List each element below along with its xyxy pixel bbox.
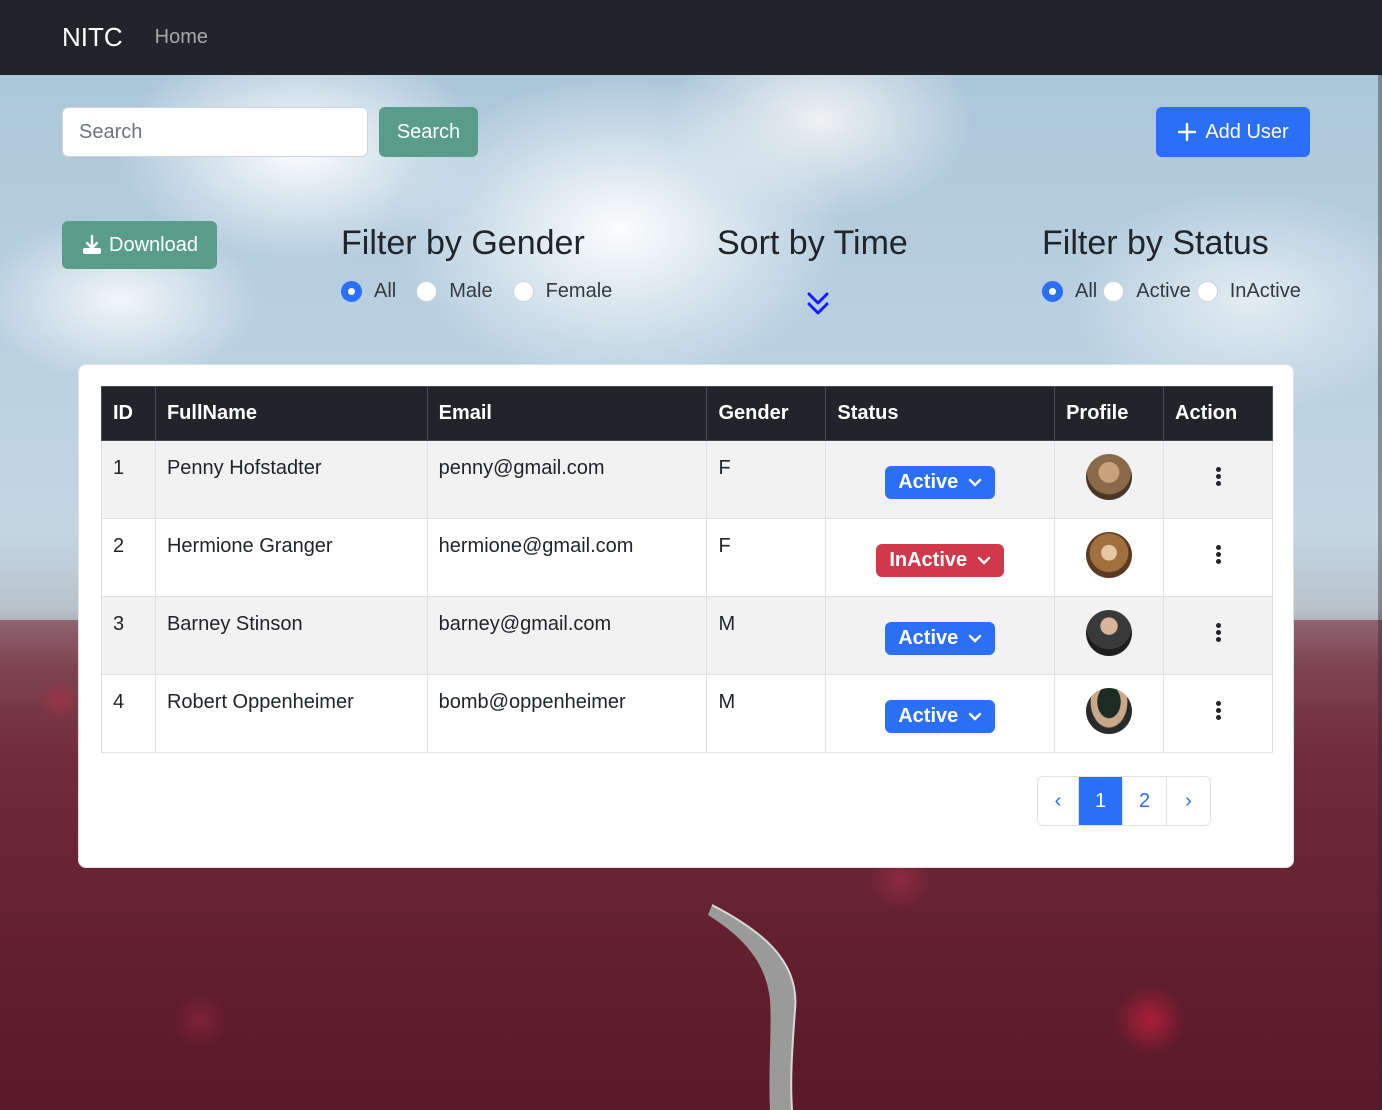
chevron-down-icon [977,556,991,565]
cell-email: bomb@oppenheimer [426,674,708,753]
brand-link[interactable]: NITC [62,22,123,53]
add-user-label: Add User [1205,120,1289,143]
cell-profile [1054,674,1165,753]
search-input[interactable] [62,107,368,157]
users-card: ID FullName Email Gender Status Profile … [78,364,1294,868]
pagination-page-2[interactable]: 2 [1122,777,1166,825]
cell-action [1163,596,1273,675]
cell-email: penny@gmail.com [426,440,708,519]
avatar [1086,609,1133,656]
window-edge [1378,75,1382,1110]
kebab-menu-icon[interactable] [1215,699,1221,722]
cell-profile [1054,596,1165,675]
pagination: ‹ 1 2 › [1037,776,1211,826]
cell-status: InActive [825,518,1056,597]
cell-action [1163,674,1273,753]
nav-link-home[interactable]: Home [155,26,208,49]
cell-status: Active [825,440,1056,519]
add-user-button[interactable]: Add User [1156,107,1310,157]
gender-label-male: Male [449,280,493,302]
cell-fullname: Barney Stinson [154,596,428,675]
chevron-down-icon [969,634,982,643]
users-table: ID FullName Email Gender Status Profile … [101,386,1273,753]
gender-radio-female[interactable] [512,281,534,302]
cell-email: hermione@gmail.com [426,518,708,597]
cell-gender: M [706,674,827,753]
cell-gender: M [706,596,827,675]
table-row: 1 Penny Hofstadter penny@gmail.com F Act… [101,440,1273,519]
cell-id: 1 [101,440,156,519]
search-button[interactable]: Search [379,107,478,157]
status-label-inactive: InActive [1229,280,1301,302]
navbar: NITC Home [0,0,1382,75]
kebab-menu-icon[interactable] [1215,543,1221,566]
header-profile[interactable]: Profile [1054,386,1165,441]
kebab-menu-icon[interactable] [1215,465,1221,488]
cell-email: barney@gmail.com [426,596,708,675]
gender-radio-all[interactable] [341,281,362,302]
table-header-row: ID FullName Email Gender Status Profile … [101,386,1273,441]
pagination-prev[interactable]: ‹ [1038,777,1078,825]
cell-id: 2 [101,518,156,597]
status-dropdown[interactable]: Active [885,622,996,655]
status-dropdown[interactable]: Active [885,466,996,499]
cell-id: 3 [101,596,156,675]
chevron-down-icon [969,478,982,487]
cell-action [1163,440,1273,519]
status-radio-all[interactable] [1042,281,1063,302]
avatar [1086,453,1133,500]
download-label: Download [109,233,198,256]
header-action[interactable]: Action [1163,386,1273,441]
gender-filter-title: Filter by Gender [341,224,585,262]
status-filter-title: Filter by Status [1042,224,1269,262]
status-label-all: All [1075,280,1098,302]
gender-filter-options: All Male Female [341,280,632,303]
kebab-menu-icon[interactable] [1215,621,1221,644]
gender-label-female: Female [545,280,613,302]
avatar [1086,531,1133,578]
avatar [1086,687,1133,734]
pagination-page-1[interactable]: 1 [1078,777,1122,825]
cell-fullname: Penny Hofstadter [154,440,428,519]
status-dropdown-label: Active [898,627,959,649]
download-button[interactable]: Download [62,221,217,269]
gender-label-all: All [374,280,397,302]
status-label-active: Active [1136,280,1191,302]
table-row: 4 Robert Oppenheimer bomb@oppenheimer M … [101,674,1273,753]
header-fullname[interactable]: FullName [154,386,428,441]
header-status[interactable]: Status [825,386,1056,441]
double-chevron-down-icon[interactable] [806,290,830,318]
cell-id: 4 [101,674,156,753]
cell-fullname: Robert Oppenheimer [154,674,428,753]
gender-radio-male[interactable] [416,281,438,302]
status-dropdown-label: Active [898,471,959,493]
status-dropdown[interactable]: InActive [876,544,1005,577]
status-radio-active[interactable] [1103,281,1125,302]
cell-fullname: Hermione Granger [154,518,428,597]
cell-gender: F [706,518,827,597]
chevron-down-icon [969,712,982,721]
cell-action [1163,518,1273,597]
cell-profile [1054,518,1165,597]
cell-profile [1054,440,1165,519]
plus-icon [1178,122,1197,142]
header-gender[interactable]: Gender [706,386,827,441]
status-radio-inactive[interactable] [1196,281,1218,302]
pagination-next[interactable]: › [1166,777,1210,825]
header-id[interactable]: ID [101,386,156,441]
table-row: 2 Hermione Granger hermione@gmail.com F … [101,518,1273,597]
cell-status: Active [825,674,1056,753]
search-button-label: Search [396,120,461,143]
table-row: 3 Barney Stinson barney@gmail.com M Acti… [101,596,1273,675]
cell-status: Active [825,596,1056,675]
status-dropdown[interactable]: Active [885,700,996,733]
status-dropdown-label: Active [898,705,959,727]
sort-title: Sort by Time [717,224,908,262]
status-dropdown-label: InActive [889,549,968,571]
status-filter-options: All Active InActive [1042,280,1321,303]
cell-gender: F [706,440,827,519]
download-icon [83,234,102,254]
header-email[interactable]: Email [426,386,708,441]
